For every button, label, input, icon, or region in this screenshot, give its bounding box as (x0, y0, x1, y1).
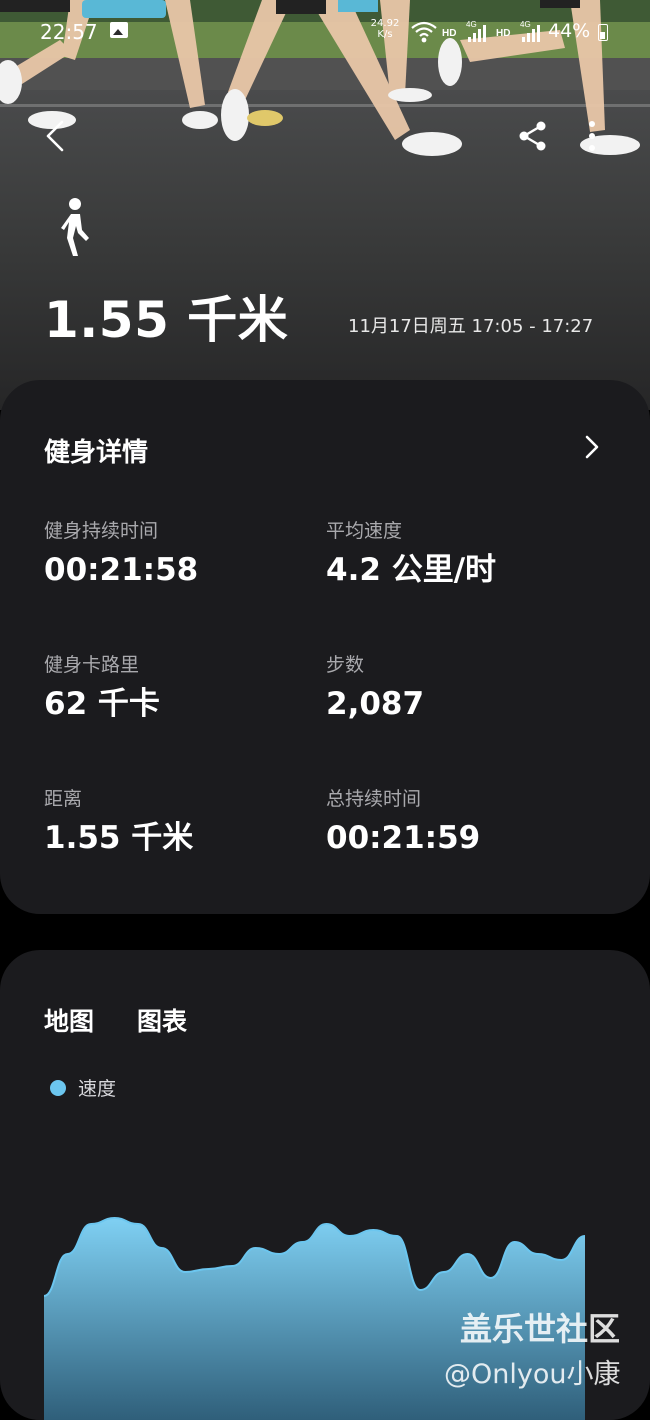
watermark-username: @Onlyou小康 (444, 1352, 620, 1391)
status-bar: 22:57 24.92 K/s HD 4G HD 4G 44% (0, 12, 650, 52)
stat-value: 00:21:59 (326, 818, 606, 858)
stat-average-speed: 平均速度 4.2 公里/时 (326, 518, 606, 590)
distance-headline: 1.55 千米 (44, 280, 288, 352)
stat-value: 4.2 公里/时 (326, 550, 606, 590)
stat-value: 2,087 (326, 684, 606, 724)
stat-label: 平均速度 (326, 518, 606, 544)
battery-icon (598, 24, 608, 41)
back-button[interactable] (40, 118, 76, 154)
chevron-left-icon (48, 122, 62, 150)
battery-percentage: 44% (548, 20, 590, 42)
workout-details-card: 健身详情 健身持续时间 00:21:58 平均速度 4.2 公里/时 健身卡路里… (0, 380, 650, 914)
stat-label: 距离 (44, 786, 324, 812)
chevron-right-icon (587, 437, 597, 457)
stat-label: 步数 (326, 652, 606, 678)
network-speed-unit: K/s (368, 29, 402, 40)
stat-steps: 步数 2,087 (326, 652, 606, 724)
stat-value: 62 千卡 (44, 684, 324, 724)
more-vertical-icon (589, 121, 595, 151)
stat-total-duration: 总持续时间 00:21:59 (326, 786, 606, 858)
stat-label: 健身持续时间 (44, 518, 324, 544)
share-icon (520, 122, 546, 151)
wifi-icon (412, 23, 436, 36)
walking-icon (56, 196, 96, 258)
network-type-1: 4G (466, 20, 477, 29)
status-time: 22:57 (40, 20, 98, 44)
network-type-2: 4G (520, 20, 531, 29)
workout-time-range: 11月17日周五 17:05 - 17:27 (348, 312, 593, 338)
stat-value: 1.55 千米 (44, 818, 324, 858)
hd-label-1: HD (442, 28, 456, 39)
stat-label: 健身卡路里 (44, 652, 324, 678)
signal-icons: HD 4G HD 4G (410, 18, 550, 46)
network-speed: 24.92 K/s (368, 18, 402, 40)
hero-image: 22:57 24.92 K/s HD 4G HD 4G 44% (0, 0, 650, 410)
stat-label: 总持续时间 (326, 786, 606, 812)
more-options-button[interactable] (580, 118, 604, 154)
stat-workout-duration: 健身持续时间 00:21:58 (44, 518, 324, 590)
gallery-notification-icon (110, 22, 128, 38)
stat-value: 00:21:58 (44, 550, 324, 590)
watermark-community: 盖乐世社区 (460, 1304, 620, 1350)
card-title: 健身详情 (44, 432, 148, 469)
stat-distance: 距离 1.55 千米 (44, 786, 324, 858)
hd-label-2: HD (496, 28, 510, 39)
details-more-button[interactable] (582, 432, 602, 462)
share-button[interactable] (516, 118, 550, 154)
network-speed-value: 24.92 (368, 18, 402, 29)
stat-calories: 健身卡路里 62 千卡 (44, 652, 324, 724)
